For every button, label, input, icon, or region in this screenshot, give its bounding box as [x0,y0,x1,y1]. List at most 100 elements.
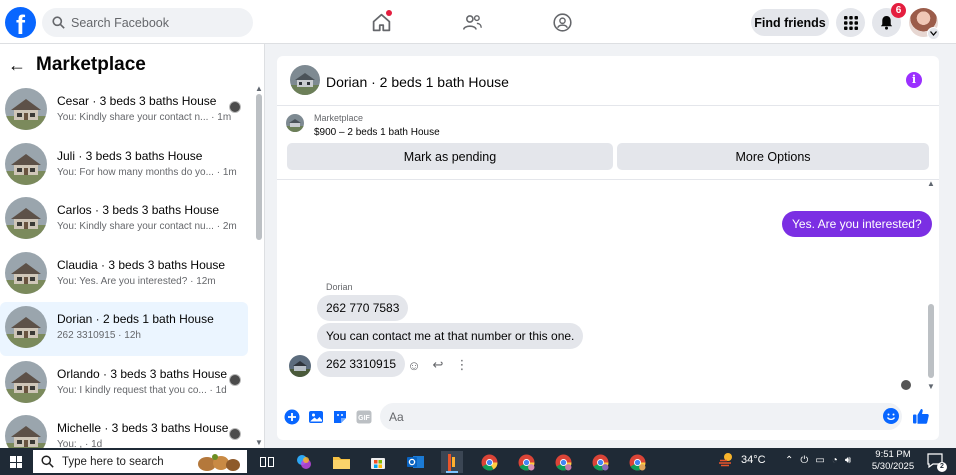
conversation-item[interactable]: Dorian · 2 beds 1 bath House 262 3310915 … [0,302,248,356]
gif-icon[interactable]: GIF [356,409,372,425]
active-app-icon[interactable] [441,451,463,473]
chrome-profile-icon[interactable] [589,451,611,473]
system-clock[interactable]: 9:51 PM 5/30/2025 [868,449,918,473]
preview-text: You: For how many months do yo... [57,166,214,178]
task-view-icon[interactable] [256,451,278,473]
listing-thumbnail [5,415,47,448]
chrome-profile-icon[interactable] [626,451,648,473]
chat-panel: Dorian · 2 beds 1 bath House i Marketpla… [277,56,939,440]
separator: · [213,221,223,232]
separator: · [82,439,92,448]
separator: · [213,166,223,178]
message-input[interactable] [389,409,869,424]
thumbs-up-icon[interactable] [912,407,930,425]
chrome-profile-icon[interactable] [515,451,537,473]
weather-icon [719,453,732,467]
mark-as-pending-button[interactable]: Mark as pending [287,143,613,170]
preview-text: You: Kindly share your contact nu... [57,221,214,232]
chevron-down-icon[interactable] [927,27,940,40]
preview-time: 2m [222,221,237,232]
conversation-item[interactable]: Orlando · 3 beds 3 baths House You: I kin… [0,357,248,411]
info-icon[interactable]: i [906,72,922,88]
scroll-up-arrow-icon[interactable]: ▲ [927,179,935,188]
outgoing-message[interactable]: Yes. Are you interested? [782,211,932,237]
nav-groups[interactable] [550,10,574,34]
listing-thumbnail[interactable] [290,65,320,95]
windows-start-icon[interactable] [10,456,22,468]
friends-icon [462,14,482,30]
listing-thumbnail [5,88,47,130]
listing-price[interactable]: $900 – 2 beds 1 bath House [314,127,440,138]
chat-scrollbar[interactable] [928,304,934,378]
conversation-preview: You: , · 1d [57,439,102,448]
notifications-button[interactable]: 6 [872,3,906,37]
conversation-item[interactable]: Claudia · 3 beds 3 baths House You: Yes. … [0,248,248,302]
photo-icon[interactable] [308,409,324,425]
back-arrow-icon[interactable]: ← [8,55,28,76]
search-input[interactable] [71,15,231,30]
notification-center-icon[interactable]: 2 [927,453,947,472]
chat-title[interactable]: Dorian · 2 beds 1 bath House [326,74,509,90]
emoji-icon[interactable] [883,408,899,424]
network-icon[interactable]: ◔ [832,455,838,466]
conversation-preview: You: Yes. Are you interested? · 12m [57,276,216,287]
conversation-item[interactable]: Michelle · 3 beds 3 baths House You: , · … [0,411,248,448]
sender-avatar[interactable] [289,355,311,377]
conversation-title: Michelle · 3 beds 3 baths House [57,421,229,435]
listing-thumbnail [5,360,47,403]
sidebar-header: ← Marketplace [8,54,146,76]
scroll-down-arrow-icon[interactable]: ▼ [255,438,263,447]
sender-name: Dorian [326,282,353,292]
sticker-icon[interactable] [332,409,348,425]
separator: · [206,384,216,396]
more-options-button[interactable]: More Options [617,143,929,170]
store-icon[interactable] [367,451,389,473]
plus-circle-icon[interactable] [284,409,300,425]
react-smiley-icon[interactable]: ☺ [407,358,421,373]
conversation-title: Claudia · 3 beds 3 baths House [57,257,226,272]
search-icon [52,16,65,29]
seen-receipt-avatar [229,101,241,113]
conversation-item[interactable]: Carlos · 3 beds 3 baths House You: Kindly… [0,193,248,247]
conversation-item[interactable]: Juli · 3 beds 3 baths House You: For how … [0,139,248,193]
scroll-down-arrow-icon[interactable]: ▼ [927,382,935,391]
listing-small-thumbnail[interactable] [286,114,304,132]
system-tray: ⌃ ⏻ ▭ ◔ 🔊︎ [785,455,851,466]
chrome-icon[interactable] [478,451,500,473]
preview-time: 1d [215,384,227,396]
find-friends-button[interactable]: Find friends [751,9,829,36]
battery-icon[interactable]: ▭ [815,455,824,466]
facebook-logo[interactable]: f [5,7,36,38]
message-composer[interactable] [380,403,902,430]
search-box[interactable] [42,8,253,37]
conversation-item[interactable]: Cesar · 3 beds 3 baths House You: Kindly … [0,84,248,138]
incoming-message[interactable]: 262 3310915 [317,351,406,377]
incoming-message[interactable]: You can contact me at that number or thi… [317,323,584,349]
incoming-message[interactable]: 262 770 7583 [317,295,409,321]
active-app-indicator [446,471,458,473]
temperature: 34°C [741,453,766,466]
windows-taskbar: Type here to search 34°C ⌃ ⏻ ▭ ◔ 🔊︎ 9:51… [0,448,956,475]
listing-thumbnail [5,197,47,239]
taskbar-search[interactable]: Type here to search [33,450,247,473]
scroll-up-arrow-icon[interactable]: ▲ [255,84,263,93]
power-icon[interactable]: ⏻ [800,455,808,466]
nav-home[interactable] [369,10,393,34]
chrome-profile-icon[interactable] [552,451,574,473]
seen-receipt-avatar [229,373,241,386]
weather-widget[interactable]: 34°C [718,452,766,467]
reply-icon[interactable]: ↩ [431,357,445,373]
sidebar-scrollbar[interactable] [256,94,262,240]
bell-icon [880,15,893,30]
chevron-up-icon[interactable]: ⌃ [785,455,793,466]
preview-time: 12m [196,275,216,287]
more-dots-icon[interactable]: ⋮ [455,357,469,373]
outlook-icon[interactable] [404,451,426,473]
separator: · [208,112,218,123]
copilot-icon[interactable] [293,451,315,473]
nav-friends[interactable] [460,10,484,34]
preview-text: 262 3310915 [57,330,116,341]
volume-icon[interactable]: 🔊︎ [845,455,851,466]
file-explorer-icon[interactable] [330,451,352,473]
menu-button[interactable] [836,8,865,37]
